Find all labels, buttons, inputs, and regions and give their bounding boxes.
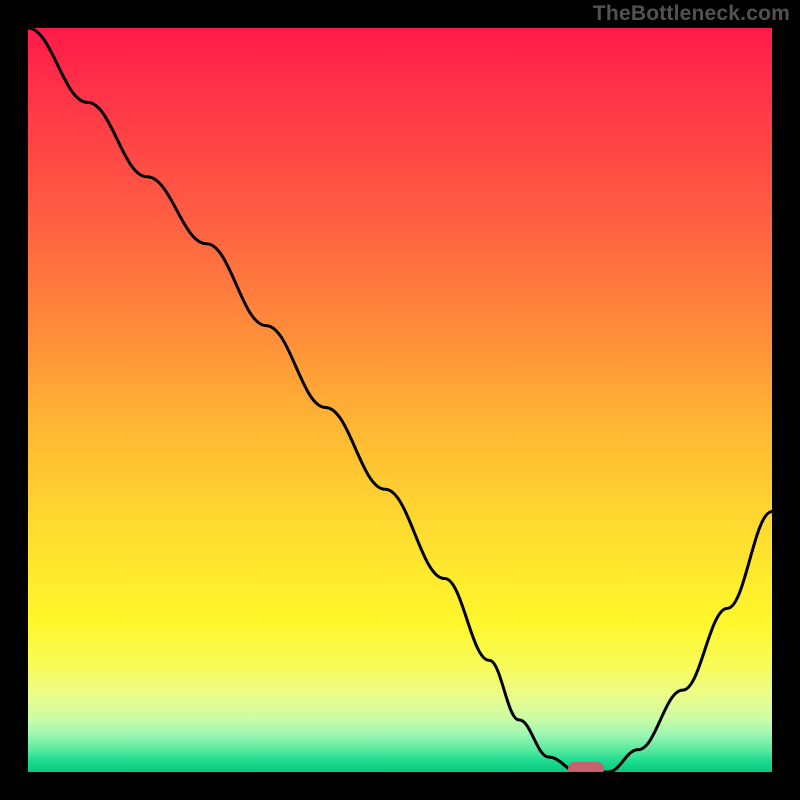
watermark-text: TheBottleneck.com	[593, 2, 790, 26]
optimal-marker	[568, 762, 604, 772]
chart-frame: TheBottleneck.com	[0, 0, 800, 800]
plot-area	[28, 28, 772, 772]
bottleneck-curve	[28, 28, 772, 772]
